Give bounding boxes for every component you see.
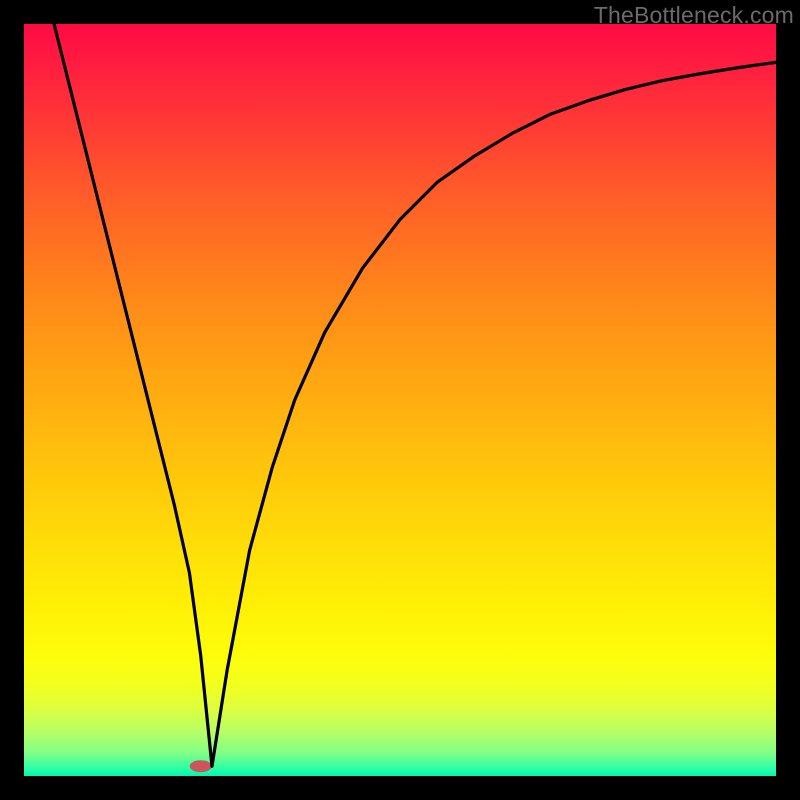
plot-frame bbox=[24, 24, 776, 776]
gradient-background bbox=[24, 24, 776, 776]
plot-area bbox=[24, 24, 776, 776]
watermark-text: TheBottleneck.com bbox=[594, 2, 794, 29]
